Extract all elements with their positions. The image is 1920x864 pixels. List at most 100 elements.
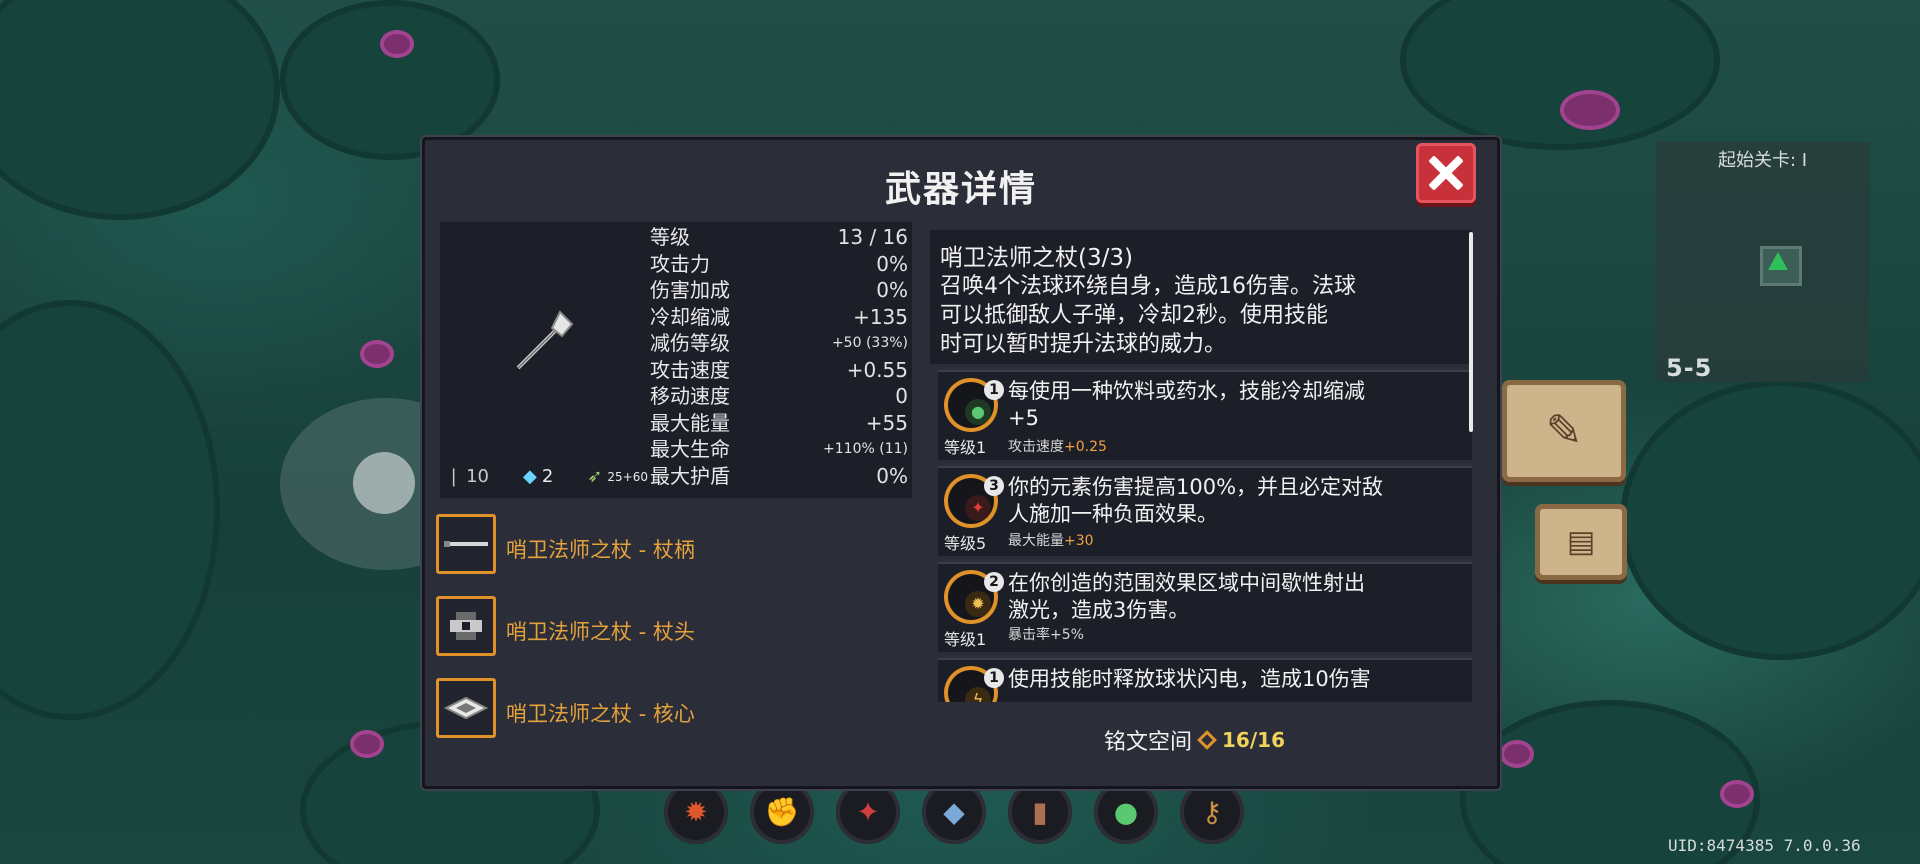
stat-value: +110% (11) xyxy=(823,441,908,457)
part-handle[interactable] xyxy=(436,514,496,574)
inscription-line: 在你创造的范围效果区域中间歇性射出 xyxy=(1008,571,1365,595)
ammo-stat: ❘ 10 xyxy=(446,466,489,487)
inscription-bonus: 最大能量+30 xyxy=(1008,530,1094,550)
bonus-label: 暴击率+5% xyxy=(1008,627,1084,643)
bush xyxy=(1400,0,1720,150)
gem-value: 2 xyxy=(541,466,554,487)
bonus-value: +0.25 xyxy=(1064,439,1107,455)
burst-icon: ✹ xyxy=(965,591,991,617)
inscription-badge: ✦ 3 xyxy=(944,474,1004,528)
gem-icon: ◆ xyxy=(523,466,537,487)
inscription-space: 铭文空间 16/16 xyxy=(1104,724,1285,756)
stat-row-move-speed: 移动速度 0 xyxy=(650,383,908,410)
inscription-gem-icon xyxy=(1197,730,1217,750)
skill-shield-icon[interactable]: ◆ xyxy=(922,780,986,844)
staff-head-icon xyxy=(450,612,482,640)
stat-value: 0% xyxy=(876,251,908,276)
stat-label: 移动速度 xyxy=(650,384,730,408)
inscription-line: 你的元素伤害提高100%，并且必定对敌 xyxy=(1008,475,1384,499)
stat-row-cooldown: 冷却缩减 +135 xyxy=(650,304,908,331)
inscription-text: 使用技能时释放球状闪电，造成10伤害 xyxy=(1008,666,1466,693)
energy-value: 25+60 xyxy=(607,469,648,484)
inscription-space-value: 16/16 xyxy=(1222,728,1285,752)
ammo-value: 10 xyxy=(466,466,489,487)
staff-handle-icon xyxy=(444,541,488,547)
inscription-bonus: 暴击率+5% xyxy=(1008,624,1084,644)
skill-bar: ✹ ✊ ✦ ◆ ▮ ● ⚷ xyxy=(662,780,1262,844)
staff-core-icon xyxy=(443,696,489,720)
bonus-value: +30 xyxy=(1064,533,1094,549)
stat-row-max-health: 最大生命 +110% (11) xyxy=(650,436,908,463)
notes-button[interactable]: ✎ xyxy=(1502,380,1626,482)
stat-value: +50 (33%) xyxy=(831,335,908,351)
stat-label: 攻击速度 xyxy=(650,357,730,382)
part-head[interactable] xyxy=(436,596,496,656)
ammo-icon: ❘ xyxy=(446,466,462,487)
joystick-knob[interactable] xyxy=(353,452,415,514)
skill-fist-icon[interactable]: ✊ xyxy=(750,780,814,844)
stat-value: +55 xyxy=(865,410,908,435)
inscription-space-label: 铭文空间 xyxy=(1104,730,1193,755)
stat-value: 0% xyxy=(876,278,908,302)
inscription-line: 每使用一种饮料或药水，技能冷却缩减 xyxy=(1008,379,1365,403)
bonus-label: 最大能量 xyxy=(1008,533,1064,549)
flower xyxy=(1720,780,1754,808)
stat-row-level: 等级 13 / 16 xyxy=(650,224,908,251)
inscription-card[interactable]: ✦ 3 等级5 你的元素伤害提高100%，并且必定对敌 人施加一种负面效果。 最… xyxy=(938,466,1472,556)
inscription-line: 使用技能时释放球状闪电，造成10伤害 xyxy=(1008,667,1371,691)
stat-list: 等级 13 / 16 攻击力 0% 伤害加成 0% 冷却缩减 +135 减伤等级 +50 … xyxy=(650,224,908,489)
skill-book-icon[interactable]: ▮ xyxy=(1008,780,1072,844)
id-card-icon: ▤ xyxy=(1566,524,1596,560)
stat-label: 减伤等级 xyxy=(650,331,730,355)
description-panel[interactable]: 哨卫法师之杖(3/3) 召唤4个法球环绕自身，造成16伤害。法球 可以抵御敌人子… xyxy=(930,226,1474,702)
inscription-badge: ● 1 xyxy=(944,378,1004,432)
part-core[interactable] xyxy=(436,678,496,738)
description-scrollbar[interactable] xyxy=(1469,232,1473,432)
level-indicator: 5-5 xyxy=(1666,354,1713,382)
badge-number: 1 xyxy=(984,380,1004,400)
energy-icon: ➶ xyxy=(587,466,603,487)
stat-label: 等级 xyxy=(650,225,690,249)
stat-value: 0% xyxy=(876,463,908,488)
inscription-line: 人施加一种负面效果。 xyxy=(1008,502,1218,526)
skill-key-icon[interactable]: ⚷ xyxy=(1180,780,1244,844)
bush xyxy=(1620,380,1920,660)
gem-stat: ◆ 2 xyxy=(523,466,553,487)
energy-stat: ➶ 25+60 xyxy=(587,466,648,487)
description-line: 时可以暂时提升法球的威力。 xyxy=(940,332,1227,357)
profile-card-button[interactable]: ▤ xyxy=(1535,504,1627,580)
minimap-title: 起始关卡: I xyxy=(1718,150,1808,171)
flower xyxy=(1560,90,1620,130)
part-core-label[interactable]: 哨卫法师之杖 - 核心 xyxy=(506,698,695,728)
stat-row-max-shield: 最大护盾 0% xyxy=(650,463,908,490)
potion-icon: ● xyxy=(965,399,991,425)
inscription-text: 每使用一种饮料或药水，技能冷却缩减 +5 xyxy=(1008,378,1466,432)
inscription-card[interactable]: ϟ 1 使用技能时释放球状闪电，造成10伤害 xyxy=(938,658,1472,702)
part-handle-label[interactable]: 哨卫法师之杖 - 杖柄 xyxy=(506,534,695,564)
part-head-label[interactable]: 哨卫法师之杖 - 杖头 xyxy=(506,616,695,646)
stat-row-max-energy: 最大能量 +55 xyxy=(650,410,908,437)
skill-slash-icon[interactable]: ✦ xyxy=(836,780,900,844)
skill-fire-icon[interactable]: ✹ xyxy=(664,780,728,844)
stat-row-damage-reduction: 减伤等级 +50 (33%) xyxy=(650,330,908,357)
skill-potion-icon[interactable]: ● xyxy=(1094,780,1158,844)
weapon-footer-stats: ❘ 10 ◆ 2 ➶ 25+60 xyxy=(446,466,648,487)
uid-version: UID:8474385 7.0.0.36 xyxy=(1668,836,1861,855)
description-line: 召唤4个法球环绕自身，造成16伤害。法球 xyxy=(940,274,1356,299)
stat-value: 0 xyxy=(895,384,908,408)
stat-value: +135 xyxy=(853,304,908,329)
stat-label: 冷却缩减 xyxy=(650,304,730,329)
flower xyxy=(360,340,394,368)
inscription-line: +5 xyxy=(1008,406,1039,430)
inscription-card[interactable]: ● 1 等级1 每使用一种饮料或药水，技能冷却缩减 +5 攻击速度+0.25 xyxy=(938,370,1472,460)
bonus-label: 攻击速度 xyxy=(1008,439,1064,455)
bush xyxy=(0,0,280,220)
weapon-description: 哨卫法师之杖(3/3) 召唤4个法球环绕自身，造成16伤害。法球 可以抵御敌人子… xyxy=(930,230,1472,364)
badge-number: 1 xyxy=(984,668,1004,688)
stat-label: 攻击力 xyxy=(650,251,710,276)
bush xyxy=(280,0,500,160)
flower xyxy=(380,30,414,58)
inscription-card[interactable]: ✹ 2 等级1 在你创造的范围效果区域中间歇性射出 激光，造成3伤害。 暴击率+… xyxy=(938,562,1472,652)
stat-row-damage-bonus: 伤害加成 0% xyxy=(650,277,908,304)
close-button[interactable] xyxy=(1416,143,1476,203)
